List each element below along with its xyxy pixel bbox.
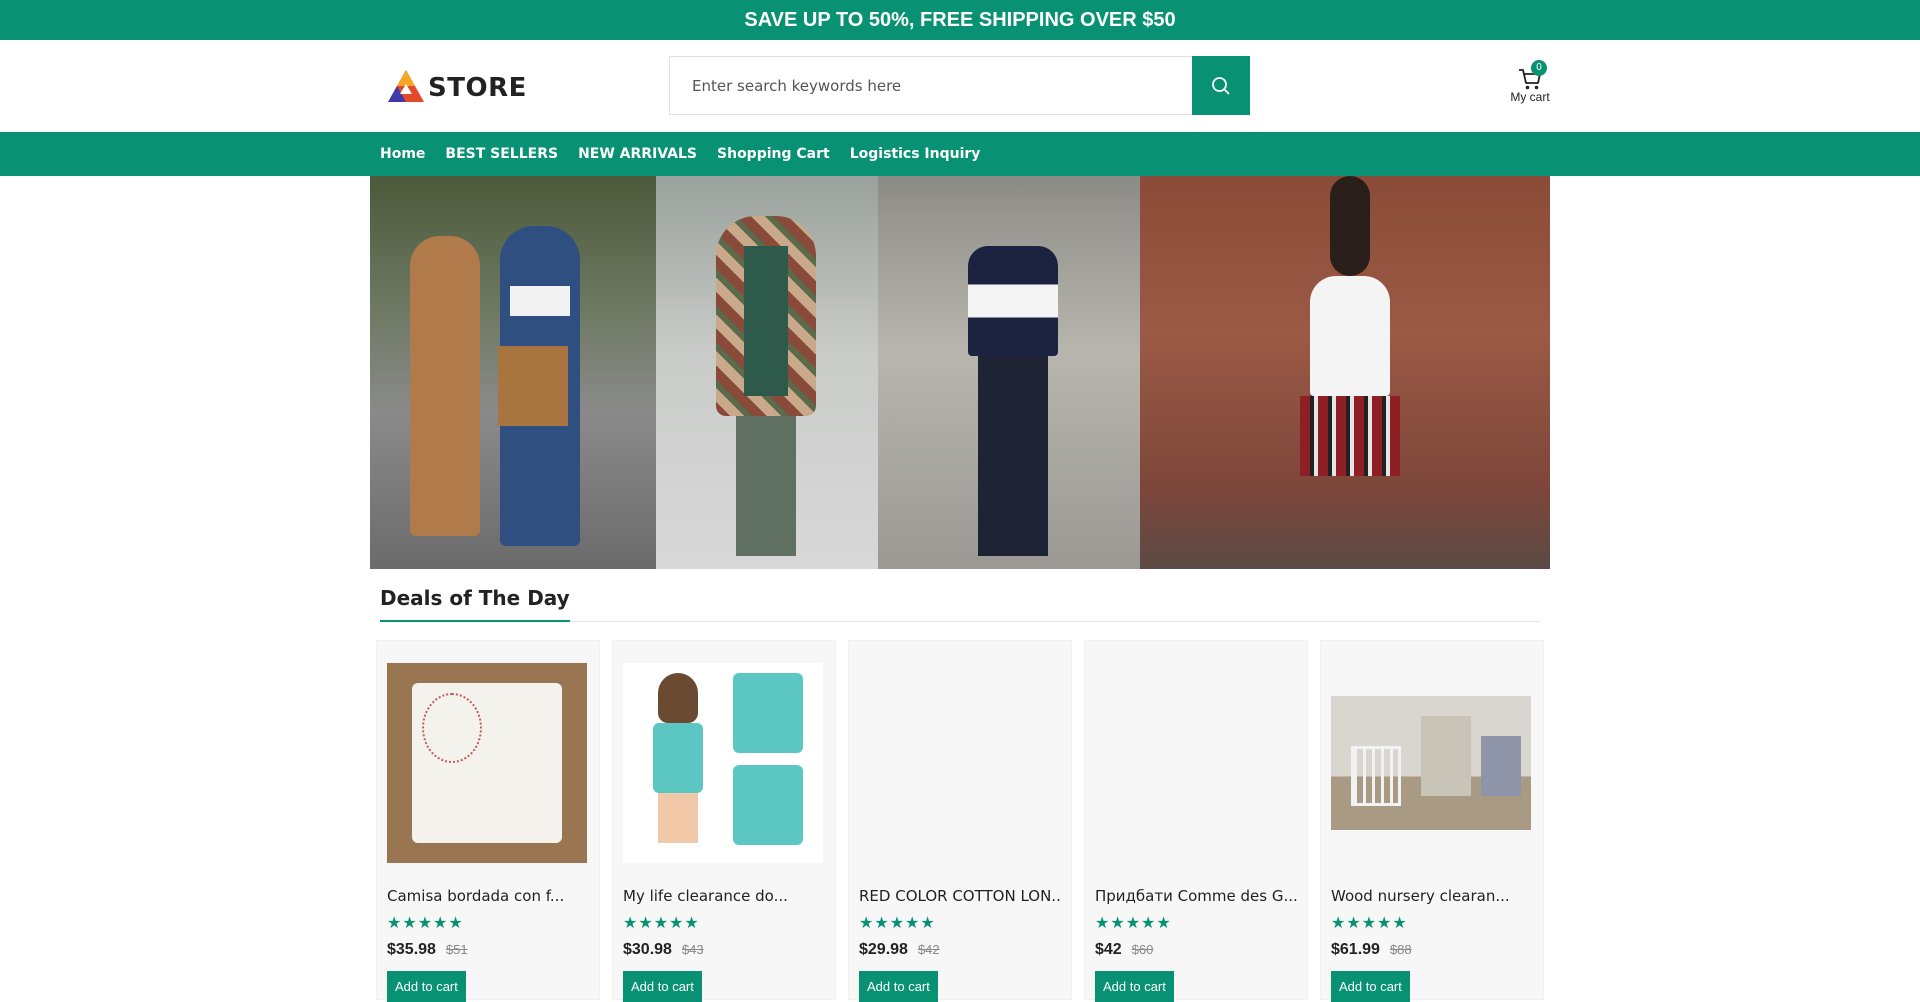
product-name[interactable]: Wood nursery clearan... <box>1331 887 1533 905</box>
hero-image-street-duo <box>370 176 656 569</box>
add-to-cart-button[interactable]: Add to cart <box>1095 971 1174 1002</box>
promo-banner: SAVE UP TO 50%, FREE SHIPPING OVER $50 <box>0 0 1920 40</box>
product-image[interactable] <box>623 663 823 863</box>
store-logo[interactable]: STORE <box>386 68 527 108</box>
nav-item-new-arrivals[interactable]: NEW ARRIVALS <box>578 146 697 162</box>
deals-section-header: Deals of The Day <box>380 586 1540 622</box>
product-old-price: $43 <box>681 942 704 957</box>
product-old-price: $60 <box>1131 942 1154 957</box>
rating-stars: ★★★★★ <box>859 915 936 932</box>
search-input[interactable] <box>669 56 1192 115</box>
rating-stars: ★★★★★ <box>387 915 464 932</box>
logo-mark-icon <box>388 70 424 102</box>
cart-label: My cart <box>1510 90 1550 104</box>
product-price: $29.98 <box>859 941 908 958</box>
product-old-price: $51 <box>445 942 468 957</box>
search-icon <box>1212 76 1230 95</box>
site-header: STORE 0 My cart <box>0 40 1920 132</box>
product-price: $35.98 <box>387 941 436 958</box>
deals-title: Deals of The Day <box>380 586 570 622</box>
product-card[interactable]: Camisa bordada con f... ★★★★★ $35.98 $51… <box>376 640 600 1002</box>
product-price: $42 <box>1095 941 1122 958</box>
product-image[interactable] <box>859 663 1059 863</box>
search-button[interactable] <box>1192 56 1250 115</box>
hero-image-striped-tee <box>878 176 1140 569</box>
rating-stars: ★★★★★ <box>1095 915 1172 932</box>
product-name[interactable]: My life clearance do... <box>623 887 825 905</box>
product-name[interactable]: Camisa bordada con f... <box>387 887 589 905</box>
product-card[interactable]: Придбати Comme des G... ★★★★★ $42 $60 Ad… <box>1084 640 1308 1002</box>
rating-stars: ★★★★★ <box>623 915 700 932</box>
product-price: $61.99 <box>1331 941 1380 958</box>
product-card[interactable]: RED COLOR COTTON LON... ★★★★★ $29.98 $42… <box>848 640 1072 1002</box>
add-to-cart-button[interactable]: Add to cart <box>1331 971 1410 1002</box>
nav-item-home[interactable]: Home <box>380 146 425 162</box>
product-card[interactable]: My life clearance do... ★★★★★ $30.98 $43… <box>612 640 836 1002</box>
add-to-cart-button[interactable]: Add to cart <box>387 971 466 1002</box>
logo-text: STORE <box>428 73 527 103</box>
nav-item-shopping-cart[interactable]: Shopping Cart <box>717 146 830 162</box>
rating-stars: ★★★★★ <box>1331 915 1408 932</box>
add-to-cart-button[interactable]: Add to cart <box>623 971 702 1002</box>
add-to-cart-button[interactable]: Add to cart <box>859 971 938 1002</box>
product-name[interactable]: RED COLOR COTTON LON... <box>859 887 1061 905</box>
hero-image-plaid-poncho <box>656 176 878 569</box>
product-old-price: $42 <box>917 942 940 957</box>
product-image[interactable] <box>1331 663 1531 863</box>
main-nav: Home BEST SELLERS NEW ARRIVALS Shopping … <box>0 132 1920 176</box>
nav-item-best-sellers[interactable]: BEST SELLERS <box>445 146 558 162</box>
product-image[interactable] <box>387 663 587 863</box>
product-name[interactable]: Придбати Comme des G... <box>1095 887 1297 905</box>
hero-image-plaid-skirt <box>1140 176 1550 569</box>
product-price: $30.98 <box>623 941 672 958</box>
search-bar <box>669 56 1250 115</box>
deals-product-list: Camisa bordada con f... ★★★★★ $35.98 $51… <box>376 640 1546 1002</box>
cart-count-badge: 0 <box>1531 60 1547 76</box>
product-card[interactable]: Wood nursery clearan... ★★★★★ $61.99 $88… <box>1320 640 1544 1002</box>
cart-button[interactable]: 0 My cart <box>1508 60 1552 104</box>
product-image[interactable] <box>1095 663 1295 863</box>
hero-banner[interactable] <box>370 176 1550 569</box>
product-old-price: $88 <box>1389 942 1412 957</box>
nav-item-logistics-inquiry[interactable]: Logistics Inquiry <box>850 146 981 162</box>
